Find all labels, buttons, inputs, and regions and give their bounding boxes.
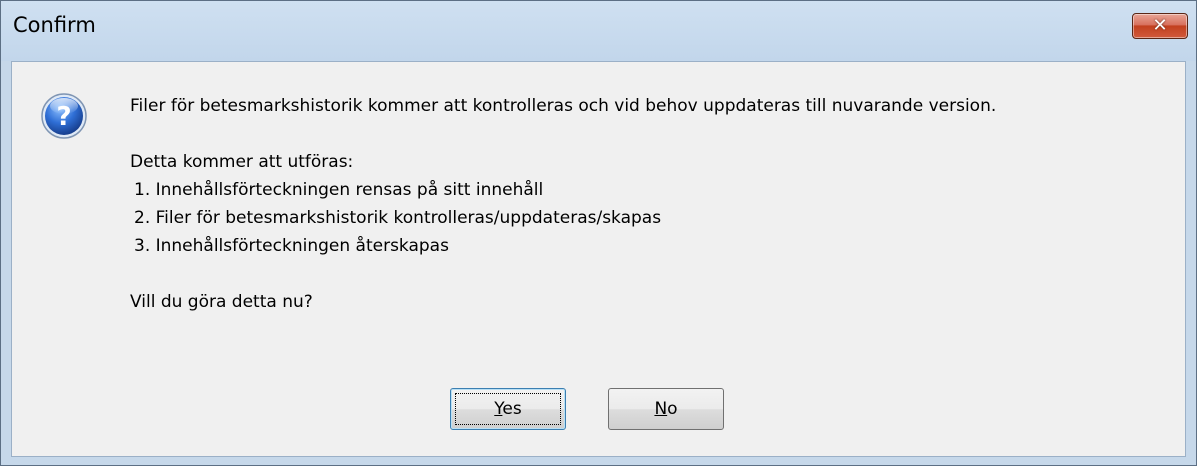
svg-text:?: ? [56,102,71,132]
close-icon: ✕ [1152,15,1168,36]
question-text: Vill du göra detta nu? [130,292,313,312]
confirm-dialog-window: Confirm ✕ ? Filer för betesmarkshistorik… [0,0,1197,466]
message-text: Filer för betesmarkshistorik kommer att … [130,96,997,116]
step-item: 1. Innehållsförteckningen rensas på sitt… [134,180,544,200]
step-item: 2. Filer för betesmarkshistorik kontroll… [134,208,662,228]
steps-heading: Detta kommer att utföras: [130,152,354,172]
close-button[interactable]: ✕ [1132,13,1188,39]
title-bar[interactable]: Confirm ✕ [1,1,1196,61]
question-icon: ? [41,93,87,139]
dialog-body: ? Filer för betesmarkshistorik kommer at… [11,61,1186,457]
yes-button[interactable]: Yes [450,388,566,430]
no-button[interactable]: No [608,388,724,430]
window-title: Confirm [13,13,96,37]
no-button-label: No [654,399,678,419]
step-item: 3. Innehållsförteckningen återskapas [134,236,449,256]
yes-button-label: Yes [494,399,522,419]
message-area: Filer för betesmarkshistorik kommer att … [130,92,1180,316]
